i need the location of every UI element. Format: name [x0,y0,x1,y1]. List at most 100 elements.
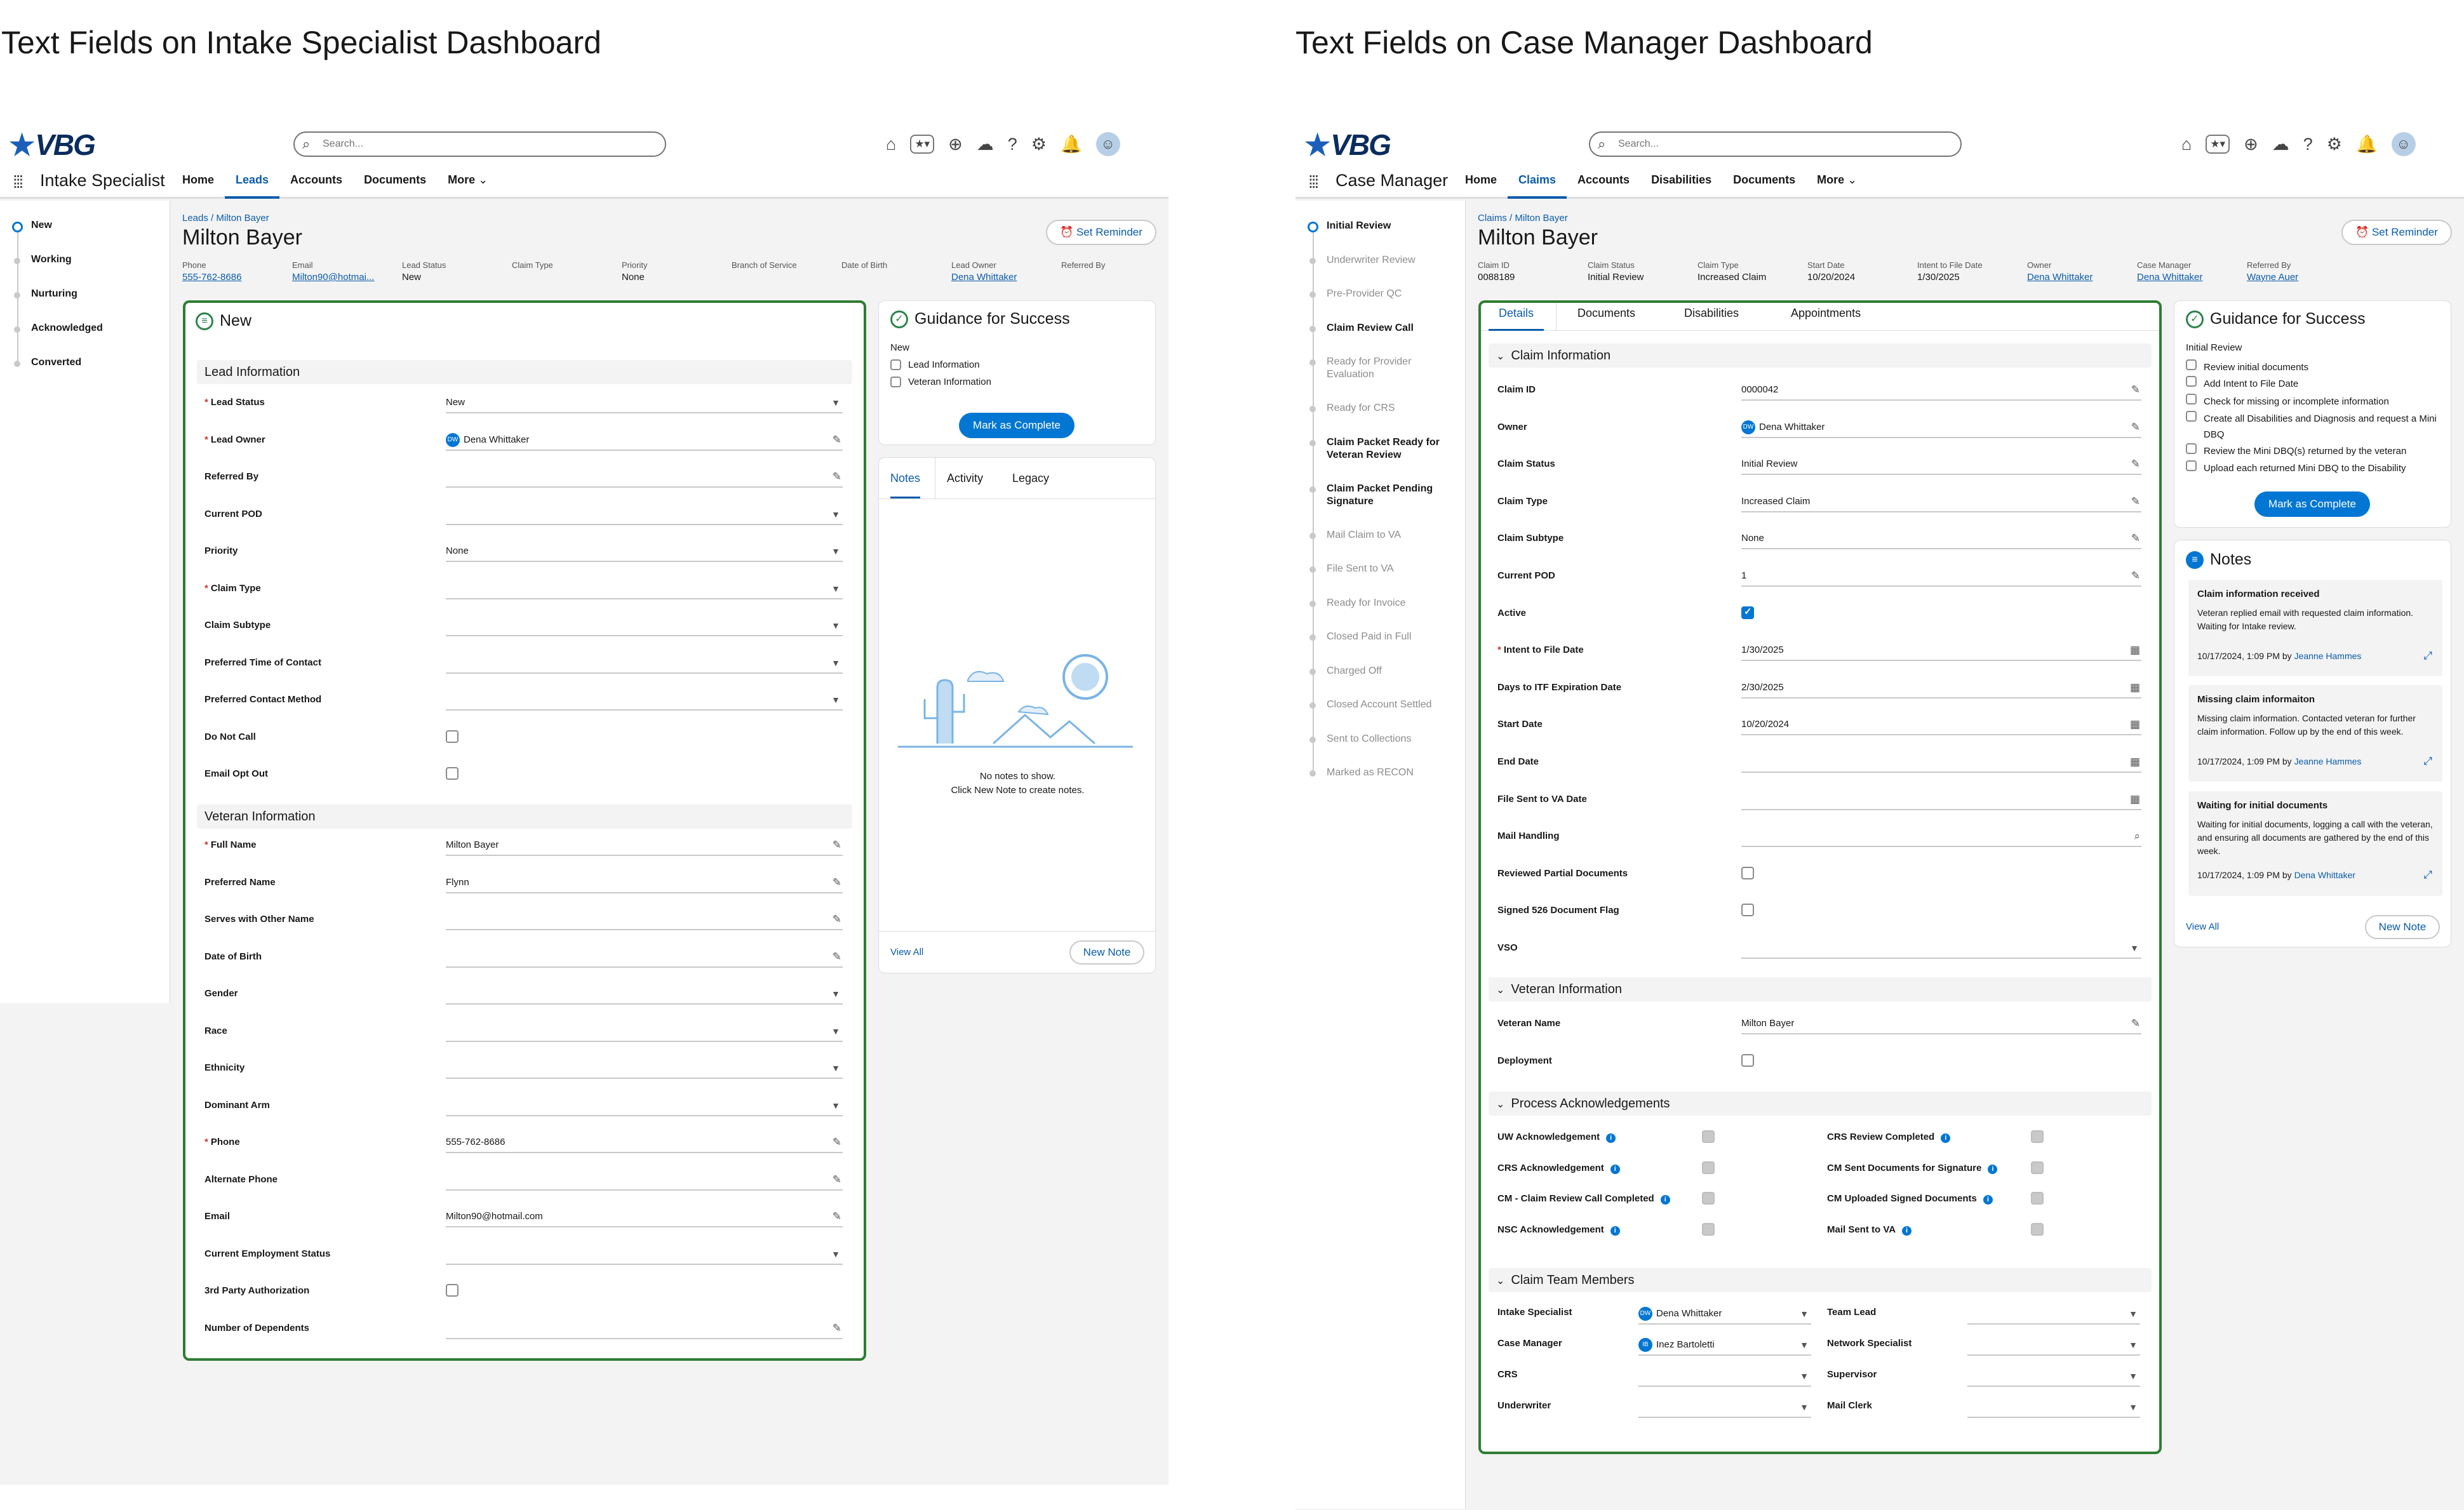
path-step-new[interactable]: New [0,220,52,232]
checkbox-uw-acknowledgement[interactable] [1702,1130,1715,1143]
pencil-icon[interactable]: ✎ [833,1132,841,1153]
checkbox-deployment[interactable] [1741,1053,1754,1067]
chevron-down-icon[interactable]: ▼ [831,540,840,562]
path-step-pre-provider-qc[interactable]: Pre-Provider QC [1296,288,1448,300]
header-field-value[interactable]: Milton90@hotmai... [292,272,400,283]
team-input-crs[interactable]: ▼ [1638,1365,1811,1387]
input-mail-handling[interactable]: ⌕ [1741,825,2141,848]
info-icon[interactable]: i [1606,1133,1616,1143]
team-input-mail-clerk[interactable]: ▼ [1967,1396,2140,1418]
tab-leads[interactable]: Leads [225,163,280,199]
pencil-icon[interactable]: ✎ [2131,379,2140,401]
tab-legacy[interactable]: Legacy [1012,458,1049,498]
info-icon[interactable]: i [1902,1226,1912,1236]
path-step-closed-paid-in-full[interactable]: Closed Paid in Full [1296,631,1448,643]
input-lead-owner[interactable]: DW Dena Whittaker ✎ [446,429,843,451]
pencil-icon[interactable]: ✎ [833,1318,841,1339]
app-launcher-icon[interactable]: ⁞⁞⁞ [1308,172,1319,192]
chevron-down-icon[interactable]: ▼ [1800,1396,1809,1418]
input-dominant-arm[interactable]: ▼ [446,1095,843,1116]
path-step-marked-as-recon[interactable]: Marked as RECON [1296,766,1448,779]
input-email[interactable]: Milton90@hotmail.com ✎ [446,1206,843,1227]
add-icon[interactable]: ⊕ [2244,131,2258,157]
input-lead-status[interactable]: New ▼ [446,392,843,413]
bell-icon[interactable]: 🔔 [1061,131,1082,157]
pencil-icon[interactable]: ✎ [2131,528,2140,549]
input-number-of-dependents[interactable]: ✎ [446,1318,843,1339]
favorites-icon[interactable]: ★▾ [910,135,935,154]
input-preferred-name[interactable]: Flynn ✎ [446,872,843,893]
header-field-value[interactable]: Dena Whittaker [2027,272,2135,283]
pencil-icon[interactable]: ✎ [2131,417,2140,438]
chevron-down-icon[interactable]: ▼ [831,1020,840,1042]
input-intent-to-file-date[interactable]: 1/30/2025 ▦ [1741,639,2141,662]
vbg-logo[interactable]: ★VBG [9,128,96,162]
input-priority[interactable]: None ▼ [446,540,843,562]
calendar-icon[interactable]: ▦ [2130,677,2140,698]
breadcrumb-parent[interactable]: Claims [1478,213,1507,224]
calendar-icon[interactable]: ▦ [2130,789,2140,810]
chevron-down-icon[interactable]: ▼ [2129,1365,2138,1387]
new-note-button[interactable]: New Note [1069,940,1144,965]
input-claim-status[interactable]: Initial Review ✎ [1741,453,2141,476]
mark-as-complete-button[interactable]: Mark as Complete [2254,491,2370,517]
help-icon[interactable]: ? [1008,131,1017,157]
path-step-claim-packet-ready-for-veteran-review[interactable]: Claim Packet Ready for Veteran Review [1296,436,1448,462]
input-days-to-itf-expiration-date[interactable]: 2/30/2025 ▦ [1741,677,2141,698]
checkbox-crs-acknowledgement[interactable] [1702,1161,1715,1174]
breadcrumb-current[interactable]: Milton Bayer [216,213,269,224]
input-claim-id[interactable]: 0000042 ✎ [1741,379,2141,401]
tab-details[interactable]: Details [1489,295,1544,331]
path-step-charged-off[interactable]: Charged Off [1296,665,1448,678]
chevron-down-icon[interactable]: ▼ [831,504,840,525]
input-owner[interactable]: DW Dena Whittaker ✎ [1741,417,2141,438]
input-claim-type[interactable]: ▼ [446,578,843,599]
path-step-ready-for-crs[interactable]: Ready for CRS [1296,402,1448,415]
input-alternate-phone[interactable]: ✎ [446,1169,843,1191]
section-header-right-claim-section[interactable]: ⌄ Claim Information [1489,344,2152,368]
team-input-network-specialist[interactable]: ▼ [1967,1334,2140,1356]
path-step-claim-review-call[interactable]: Claim Review Call [1296,322,1448,335]
trailhead-icon[interactable]: ⌂ [2181,131,2192,157]
tab-home[interactable]: Home [171,163,225,199]
chevron-down-icon[interactable]: ▼ [831,689,840,711]
chevron-down-icon[interactable]: ▼ [1800,1334,1809,1356]
input-start-date[interactable]: 10/20/2024 ▦ [1741,714,2141,736]
global-search-input[interactable]: ⌕ Search... [293,131,666,157]
tab-documents[interactable]: Documents [1722,163,1806,199]
tab-accounts[interactable]: Accounts [1567,163,1640,199]
input-serves-with-other-name[interactable]: ✎ [446,909,843,930]
checkbox-signed-526-document-flag[interactable] [1741,904,1754,917]
chevron-down-icon[interactable]: ▼ [2130,937,2139,959]
app-launcher-icon[interactable]: ⁞⁞⁞ [13,172,23,192]
guidance-checkbox-lead-information[interactable] [890,359,901,370]
gear-icon[interactable]: ⚙ [1031,131,1047,157]
note-item[interactable]: Claim information received Veteran replie… [2188,580,2442,676]
pencil-icon[interactable]: ✎ [833,429,841,451]
header-field-value[interactable]: Dena Whittaker [951,272,1059,283]
team-input-case-manager[interactable]: IB Inez Bartoletti ▼ [1638,1334,1811,1356]
path-step-ready-for-provider-evaluation[interactable]: Ready for Provider Evaluation [1296,356,1448,381]
section-header-right-team-section[interactable]: ⌄ Claim Team Members [1489,1268,2152,1292]
chevron-down-icon[interactable]: ▼ [831,392,840,413]
vbg-logo[interactable]: ★VBG [1304,128,1391,162]
team-input-intake-specialist[interactable]: DW Dena Whittaker ▼ [1638,1303,1811,1325]
note-author-link[interactable]: Jeanne Hammes [2294,756,2362,766]
checkbox-cm-uploaded-signed-documents[interactable] [2031,1192,2044,1205]
info-icon[interactable]: i [1941,1133,1951,1143]
guidance-checkbox-add-intent-to-file-date[interactable] [2186,376,2197,387]
tab-disabilities[interactable]: Disabilities [1640,163,1722,199]
expand-icon[interactable]: ⤢ [2423,650,2432,662]
chevron-down-icon[interactable]: ▼ [831,578,840,599]
path-step-initial-review[interactable]: Initial Review [1296,220,1448,232]
help-icon[interactable]: ? [2303,131,2313,157]
tab-documents[interactable]: Documents [353,163,437,199]
info-icon[interactable]: i [1610,1164,1620,1174]
path-step-underwriter-review[interactable]: Underwriter Review [1296,254,1448,267]
new-note-button[interactable]: New Note [2365,915,2440,939]
checkbox-cm-sent-documents-for-signature[interactable] [2031,1161,2044,1174]
tab-activity[interactable]: Activity [947,458,983,498]
note-item[interactable]: Missing claim informaiton Missing claim i… [2188,685,2442,782]
guidance-checkbox-review-initial-documents[interactable] [2186,359,2197,370]
input-ethnicity[interactable]: ▼ [446,1057,843,1079]
